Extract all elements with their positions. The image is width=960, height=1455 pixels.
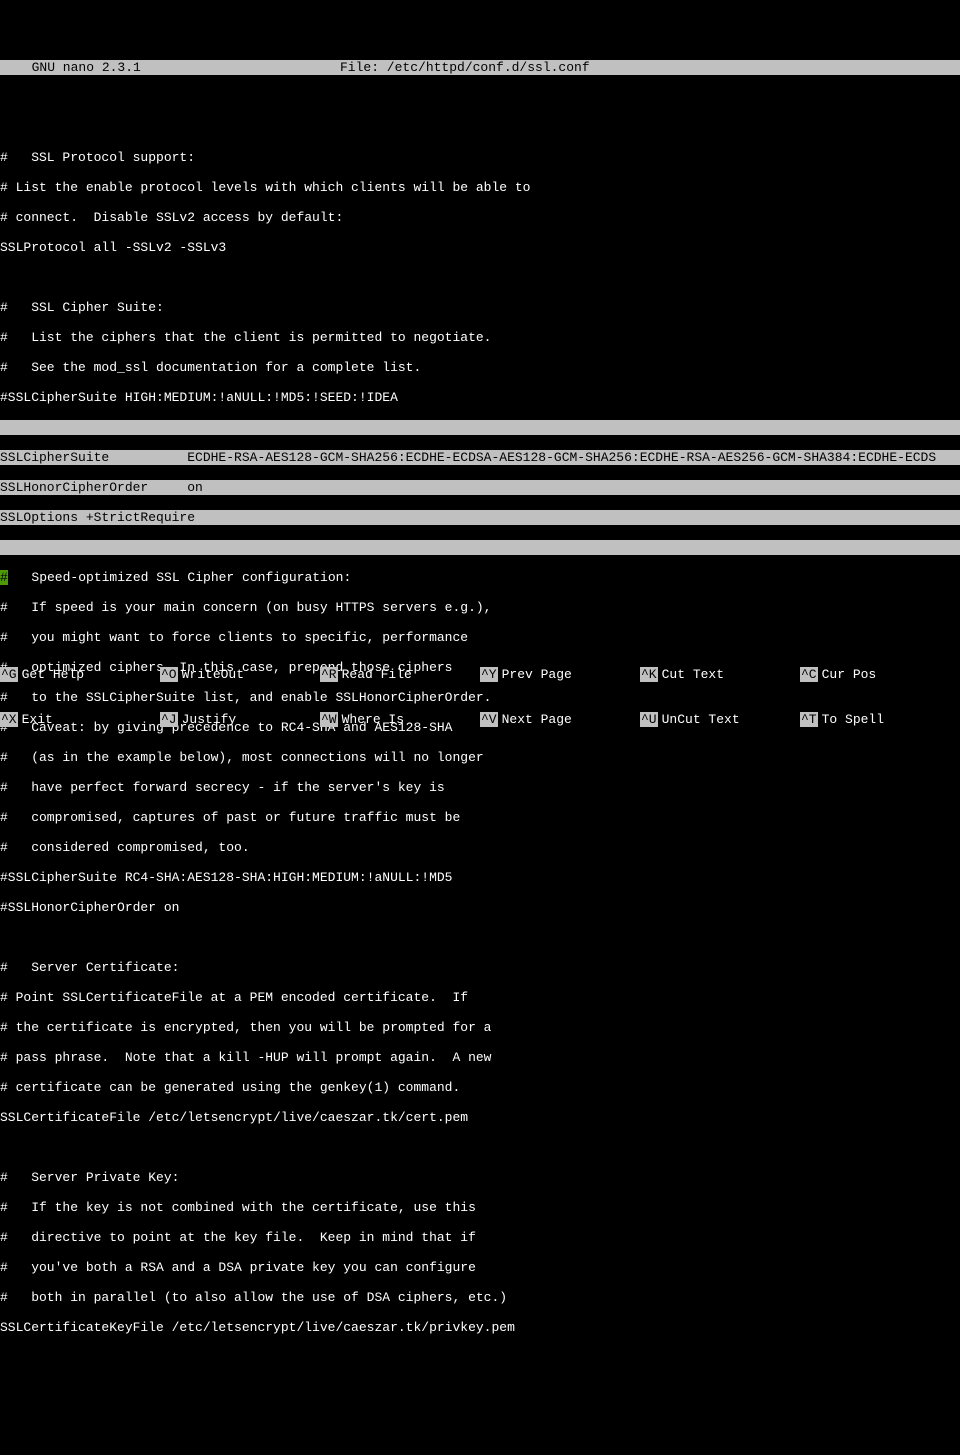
text-line: # List the ciphers that the client is pe… <box>0 330 960 345</box>
text-line: # Point SSLCertificateFile at a PEM enco… <box>0 990 960 1005</box>
text-line: # If the key is not combined with the ce… <box>0 1200 960 1215</box>
shortcut-where-is[interactable]: ^WWhere Is <box>320 712 480 727</box>
text-line: # SSL Protocol support: <box>0 150 960 165</box>
shortcut-bar: ^GGet Help ^OWriteOut ^RRead File ^YPrev… <box>0 637 960 742</box>
text-line: #SSLCipherSuite HIGH:MEDIUM:!aNULL:!MD5:… <box>0 390 960 405</box>
text-line: # Server Private Key: <box>0 1170 960 1185</box>
text-line: # considered compromised, too. <box>0 840 960 855</box>
app-name: GNU nano 2.3.1 <box>0 60 340 75</box>
text-line: # you've both a RSA and a DSA private ke… <box>0 1260 960 1275</box>
selected-blank <box>0 420 960 435</box>
text-line: # (as in the example below), most connec… <box>0 750 960 765</box>
text-line: SSLCertificateKeyFile /etc/letsencrypt/l… <box>0 1320 960 1335</box>
selected-blank <box>0 540 960 555</box>
text-line: # See the mod_ssl documentation for a co… <box>0 360 960 375</box>
shortcut-prev-page[interactable]: ^YPrev Page <box>480 667 640 682</box>
text-line: #SSLCipherSuite RC4-SHA:AES128-SHA:HIGH:… <box>0 870 960 885</box>
shortcut-writeout[interactable]: ^OWriteOut <box>160 667 320 682</box>
text-line: # connect. Disable SSLv2 access by defau… <box>0 210 960 225</box>
shortcut-next-page[interactable]: ^VNext Page <box>480 712 640 727</box>
text-line: # both in parallel (to also allow the us… <box>0 1290 960 1305</box>
shortcut-justify[interactable]: ^JJustify <box>160 712 320 727</box>
text-line: # have perfect forward secrecy - if the … <box>0 780 960 795</box>
text-line: # pass phrase. Note that a kill -HUP wil… <box>0 1050 960 1065</box>
text-line: # List the enable protocol levels with w… <box>0 180 960 195</box>
cursor: # <box>0 570 8 585</box>
text-line: # compromised, captures of past or futur… <box>0 810 960 825</box>
text-line: #SSLHonorCipherOrder on <box>0 900 960 915</box>
shortcut-row-1: ^GGet Help ^OWriteOut ^RRead File ^YPrev… <box>0 667 960 682</box>
shortcut-read-file[interactable]: ^RRead File <box>320 667 480 682</box>
file-path: File: /etc/httpd/conf.d/ssl.conf <box>340 60 960 75</box>
text-line: # If speed is your main concern (on busy… <box>0 600 960 615</box>
selected-line: SSLCipherSuite ECDHE-RSA-AES128-GCM-SHA2… <box>0 450 960 465</box>
selected-line: SSLOptions +StrictRequire <box>0 510 960 525</box>
text-line: SSLProtocol all -SSLv2 -SSLv3 <box>0 240 960 255</box>
text-line: # Server Certificate: <box>0 960 960 975</box>
cursor-line: # Speed-optimized SSL Cipher configurati… <box>0 570 960 585</box>
text-line: # the certificate is encrypted, then you… <box>0 1020 960 1035</box>
title-bar: GNU nano 2.3.1 File: /etc/httpd/conf.d/s… <box>0 60 960 75</box>
shortcut-to-spell[interactable]: ^TTo Spell <box>800 712 960 727</box>
text-line: # SSL Cipher Suite: <box>0 300 960 315</box>
text-line: SSLCertificateFile /etc/letsencrypt/live… <box>0 1110 960 1125</box>
shortcut-uncut-text[interactable]: ^UUnCut Text <box>640 712 800 727</box>
text-line: # directive to point at the key file. Ke… <box>0 1230 960 1245</box>
text-line: # certificate can be generated using the… <box>0 1080 960 1095</box>
shortcut-get-help[interactable]: ^GGet Help <box>0 667 160 682</box>
shortcut-cur-pos[interactable]: ^CCur Pos <box>800 667 960 682</box>
shortcut-cut-text[interactable]: ^KCut Text <box>640 667 800 682</box>
shortcut-row-2: ^XExit ^JJustify ^WWhere Is ^VNext Page … <box>0 712 960 727</box>
shortcut-exit[interactable]: ^XExit <box>0 712 160 727</box>
selected-line: SSLHonorCipherOrder on <box>0 480 960 495</box>
